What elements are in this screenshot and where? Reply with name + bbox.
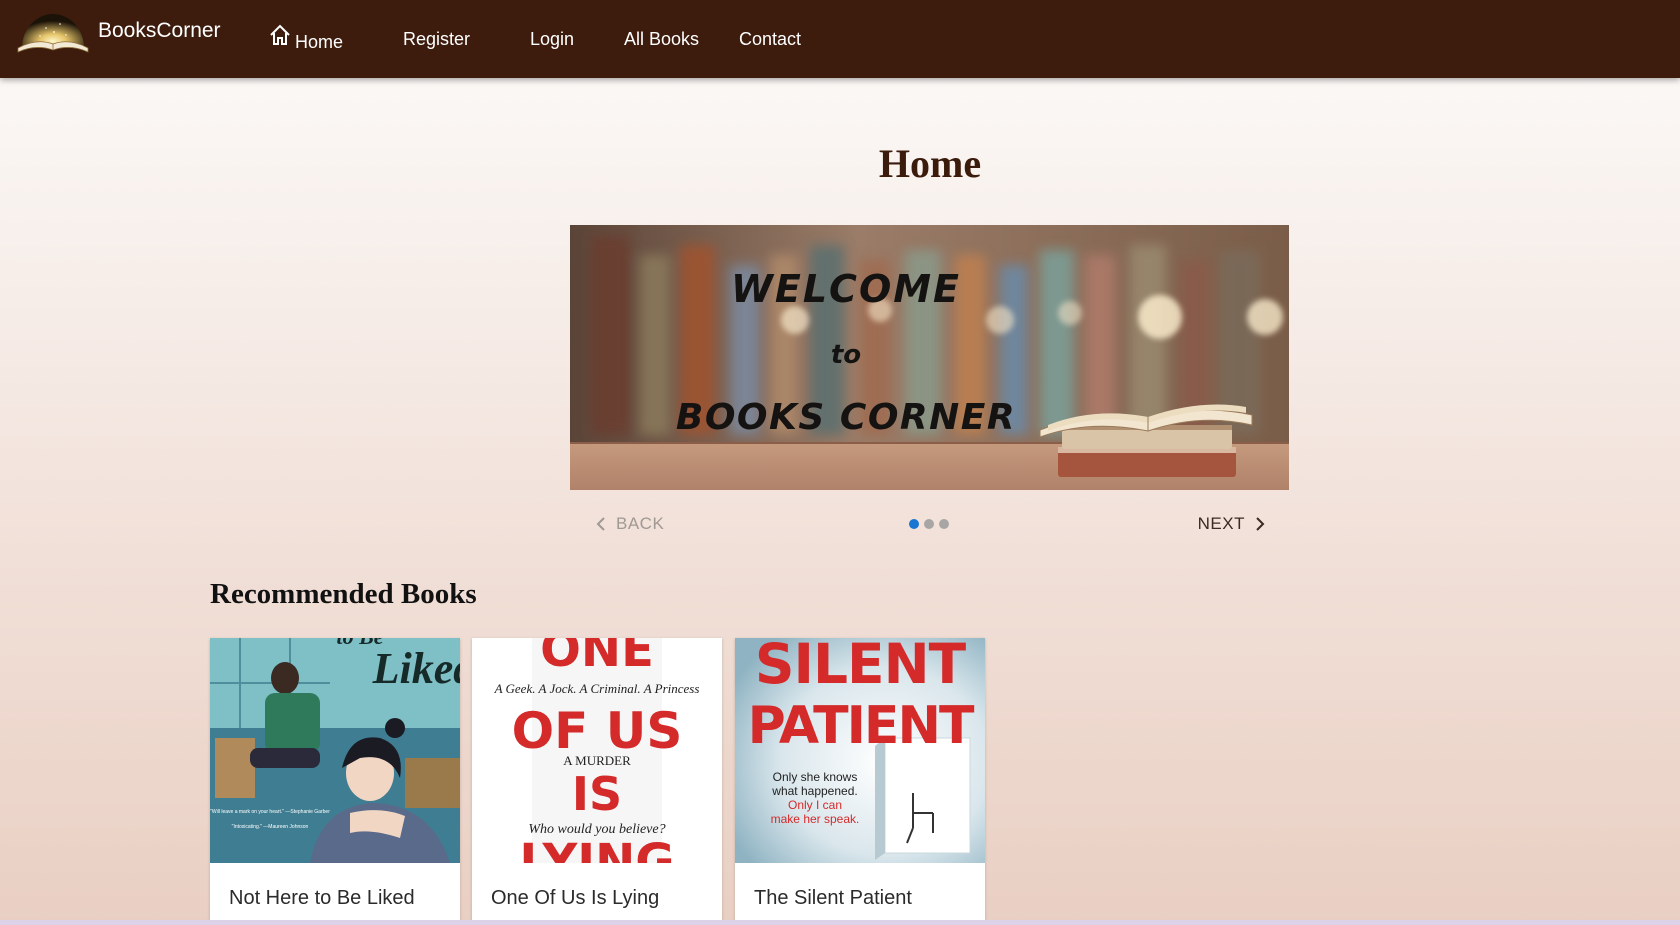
nav-contact[interactable]: Contact xyxy=(739,29,801,50)
nav-contact-label: Contact xyxy=(739,29,802,49)
nav-home[interactable]: Home xyxy=(268,24,344,53)
banner-line-3: BOOKS CORNER xyxy=(676,397,1016,438)
home-icon xyxy=(270,24,290,45)
cover-line-1: Only she knows xyxy=(773,770,858,784)
navbar: BooksCorner Home Register Login All Book… xyxy=(0,0,1680,78)
nav-register[interactable]: Register xyxy=(403,29,470,50)
cover-word-one: ONE xyxy=(540,638,654,678)
cover-word-silent: SILENT xyxy=(755,638,967,696)
nav-all-books[interactable]: All Books xyxy=(624,29,699,50)
book-cover-image: ONE A Geek. A Jock. A Criminal. A Prince… xyxy=(472,638,722,863)
cover-word-lying: LYING xyxy=(519,834,674,863)
open-book-logo-icon xyxy=(17,14,89,53)
nav-login[interactable]: Login xyxy=(530,29,574,50)
nav-all-books-label: All Books xyxy=(624,29,700,49)
book-card[interactable]: Liked to Be "Will leave a mark on your h… xyxy=(210,638,460,925)
banner-line-1: WELCOME xyxy=(731,267,961,311)
cover-quote-1: "Will leave a mark on your heart." —Step… xyxy=(210,809,330,815)
carousel-next-button[interactable]: NEXT xyxy=(1198,514,1267,534)
chevron-left-icon xyxy=(596,517,605,531)
carousel-back-label: BACK xyxy=(616,514,665,533)
book-card[interactable]: ONE A Geek. A Jock. A Criminal. A Prince… xyxy=(472,638,722,925)
carousel-dot-1[interactable] xyxy=(909,519,919,529)
carousel-dot-2[interactable] xyxy=(924,519,934,529)
welcome-banner-image: WELCOME to BOOKS CORNER xyxy=(570,225,1289,490)
cover-word-is: IS xyxy=(572,767,622,821)
brand[interactable]: BooksCorner xyxy=(16,6,221,56)
carousel-slide: WELCOME to BOOKS CORNER xyxy=(570,225,1289,490)
banner-line-2: to xyxy=(831,340,861,370)
book-title[interactable]: Not Here to Be Liked xyxy=(229,887,415,910)
book-cover-image: SILENT PATIENT Only she knows what happe… xyxy=(735,638,985,863)
cover-a-murder: A MURDER xyxy=(563,753,631,768)
recommended-books-heading: Recommended Books xyxy=(210,578,477,610)
cover-word-of-us: OF US xyxy=(512,702,683,760)
carousel-dot-3[interactable] xyxy=(939,519,949,529)
carousel-back-button[interactable]: BACK xyxy=(594,514,664,534)
carousel-controls: BACK NEXT xyxy=(570,510,1289,538)
book-card[interactable]: SILENT PATIENT Only she knows what happe… xyxy=(735,638,985,925)
nav-home-label: Home xyxy=(295,32,344,52)
cover-line-2: what happened. xyxy=(771,784,857,798)
book-title[interactable]: One Of Us Is Lying xyxy=(491,887,659,910)
cover-word-patient: PATIENT xyxy=(748,696,975,756)
brand-name: BooksCorner xyxy=(98,19,221,42)
carousel-dots xyxy=(909,519,949,529)
cover-line-4: make her speak. xyxy=(771,812,860,826)
chevron-right-icon xyxy=(1256,517,1265,531)
page-title: Home xyxy=(878,141,982,186)
bottom-scroll-edge xyxy=(0,920,1680,925)
cover-title-to-be: to Be xyxy=(336,638,383,649)
nav-register-label: Register xyxy=(403,29,471,49)
nav-login-label: Login xyxy=(530,29,575,49)
cover-line-3: Only I can xyxy=(788,798,842,812)
book-cover-image: Liked to Be "Will leave a mark on your h… xyxy=(210,638,460,863)
cover-quote-2: "Intoxicating." —Maureen Johnson xyxy=(232,824,309,830)
cover-title-liked: Liked xyxy=(372,644,460,693)
carousel-next-label: NEXT xyxy=(1197,514,1245,533)
cover-tagline: A Geek. A Jock. A Criminal. A Princess xyxy=(494,681,700,696)
book-title[interactable]: The Silent Patient xyxy=(754,887,912,910)
